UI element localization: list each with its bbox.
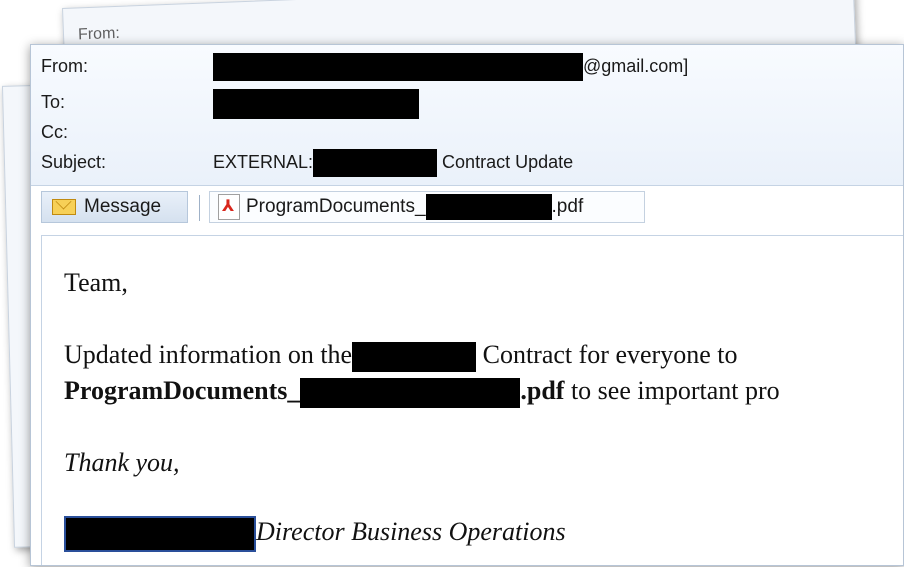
to-label: To: <box>41 92 66 112</box>
cc-row: Cc: <box>41 119 891 145</box>
from-value[interactable]: @gmail.com] <box>213 53 689 82</box>
pdf-name-suffix: .pdf <box>551 196 584 217</box>
envelope-icon <box>52 199 76 215</box>
pdf-attachment[interactable]: ProgramDocuments_ .pdf <box>209 191 645 223</box>
attachment-link-text[interactable]: ProgramDocuments_ .pdf <box>64 376 565 409</box>
subject-prefix: EXTERNAL: <box>213 152 314 172</box>
signature: Director Business Operations <box>64 516 566 552</box>
email-window: From: @gmail.com] To: Cc: Subject: EXTER… <box>30 44 904 566</box>
subject-suffix: Contract Update <box>442 152 574 172</box>
email-header: From: @gmail.com] To: Cc: Subject: EXTER… <box>31 45 903 186</box>
redacted-recipient <box>213 89 419 119</box>
from-domain: @gmail.com] <box>583 56 689 76</box>
attachment-separator <box>199 195 200 221</box>
body-line-2: ProgramDocuments_ .pdf to see important p… <box>64 376 780 409</box>
redacted-sender <box>213 53 583 82</box>
message-tab-button[interactable]: Message <box>41 191 188 223</box>
line1-suffix: Contract for everyone to <box>482 340 738 369</box>
line2-bold-suffix: .pdf <box>520 376 565 405</box>
redacted-signer-name <box>64 516 256 552</box>
redacted-contract-name <box>352 342 477 373</box>
line2-rest: to see important pro <box>570 376 780 405</box>
to-row: To: <box>41 89 891 119</box>
message-body: Team, Updated information on the Contrac… <box>41 235 903 565</box>
subject-value: EXTERNAL: Contract Update <box>213 149 574 178</box>
attachment-bar: Message ProgramDocuments_ .pdf <box>41 191 891 225</box>
body-line-1: Updated information on the Contract for … <box>64 340 738 373</box>
cc-label: Cc: <box>41 122 68 142</box>
closing: Thank you, <box>64 448 180 477</box>
greeting: Team, <box>64 268 128 297</box>
line1-prefix: Updated information on the <box>64 340 353 369</box>
pdf-icon <box>218 194 240 220</box>
redacted-attachment-name <box>300 378 521 409</box>
to-value[interactable] <box>213 89 419 119</box>
redacted-pdf-name <box>425 194 552 220</box>
message-label: Message <box>84 196 162 217</box>
redacted-subject <box>313 149 438 178</box>
subject-row: Subject: EXTERNAL: Contract Update <box>41 149 891 178</box>
subject-label: Subject: <box>41 152 107 172</box>
from-row: From: @gmail.com] <box>41 53 891 82</box>
pdf-name-prefix: ProgramDocuments_ <box>246 196 426 217</box>
ghost-from-label: From: <box>77 24 121 44</box>
signature-title: Director Business Operations <box>256 516 566 546</box>
line2-bold-prefix: ProgramDocuments_ <box>64 376 301 405</box>
from-label: From: <box>41 56 88 76</box>
